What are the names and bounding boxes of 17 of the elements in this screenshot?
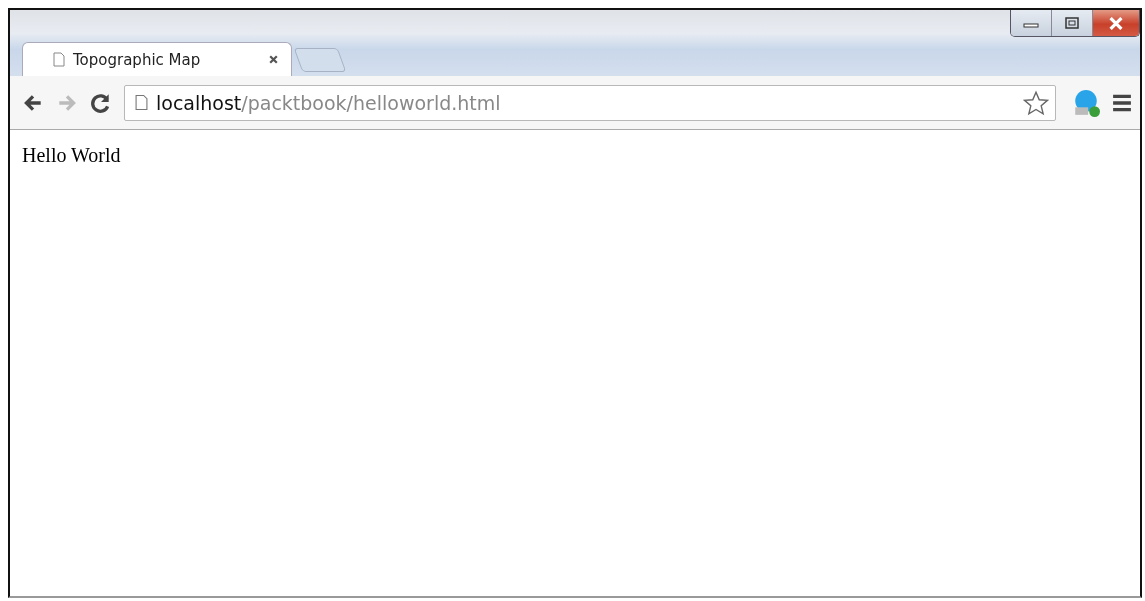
close-icon[interactable] bbox=[268, 54, 279, 65]
maximize-icon bbox=[1065, 17, 1079, 29]
tab-title: Topographic Map bbox=[73, 50, 202, 69]
minimize-button[interactable] bbox=[1011, 10, 1052, 36]
browser-tab[interactable]: Topographic Map bbox=[22, 42, 292, 76]
url-text: localhost/packtbook/helloworld.html bbox=[156, 91, 502, 114]
maximize-button[interactable] bbox=[1052, 10, 1093, 36]
close-icon bbox=[1108, 16, 1124, 30]
page-icon bbox=[53, 52, 65, 67]
page-icon bbox=[135, 94, 148, 111]
star-icon[interactable] bbox=[1023, 89, 1049, 116]
close-button[interactable] bbox=[1093, 10, 1139, 36]
reload-icon[interactable] bbox=[90, 91, 112, 114]
page-text: Hello World bbox=[22, 144, 121, 167]
extension-icon[interactable] bbox=[1072, 88, 1100, 117]
menu-icon[interactable] bbox=[1112, 93, 1132, 112]
address-bar[interactable]: localhost/packtbook/helloworld.html bbox=[124, 84, 1056, 121]
